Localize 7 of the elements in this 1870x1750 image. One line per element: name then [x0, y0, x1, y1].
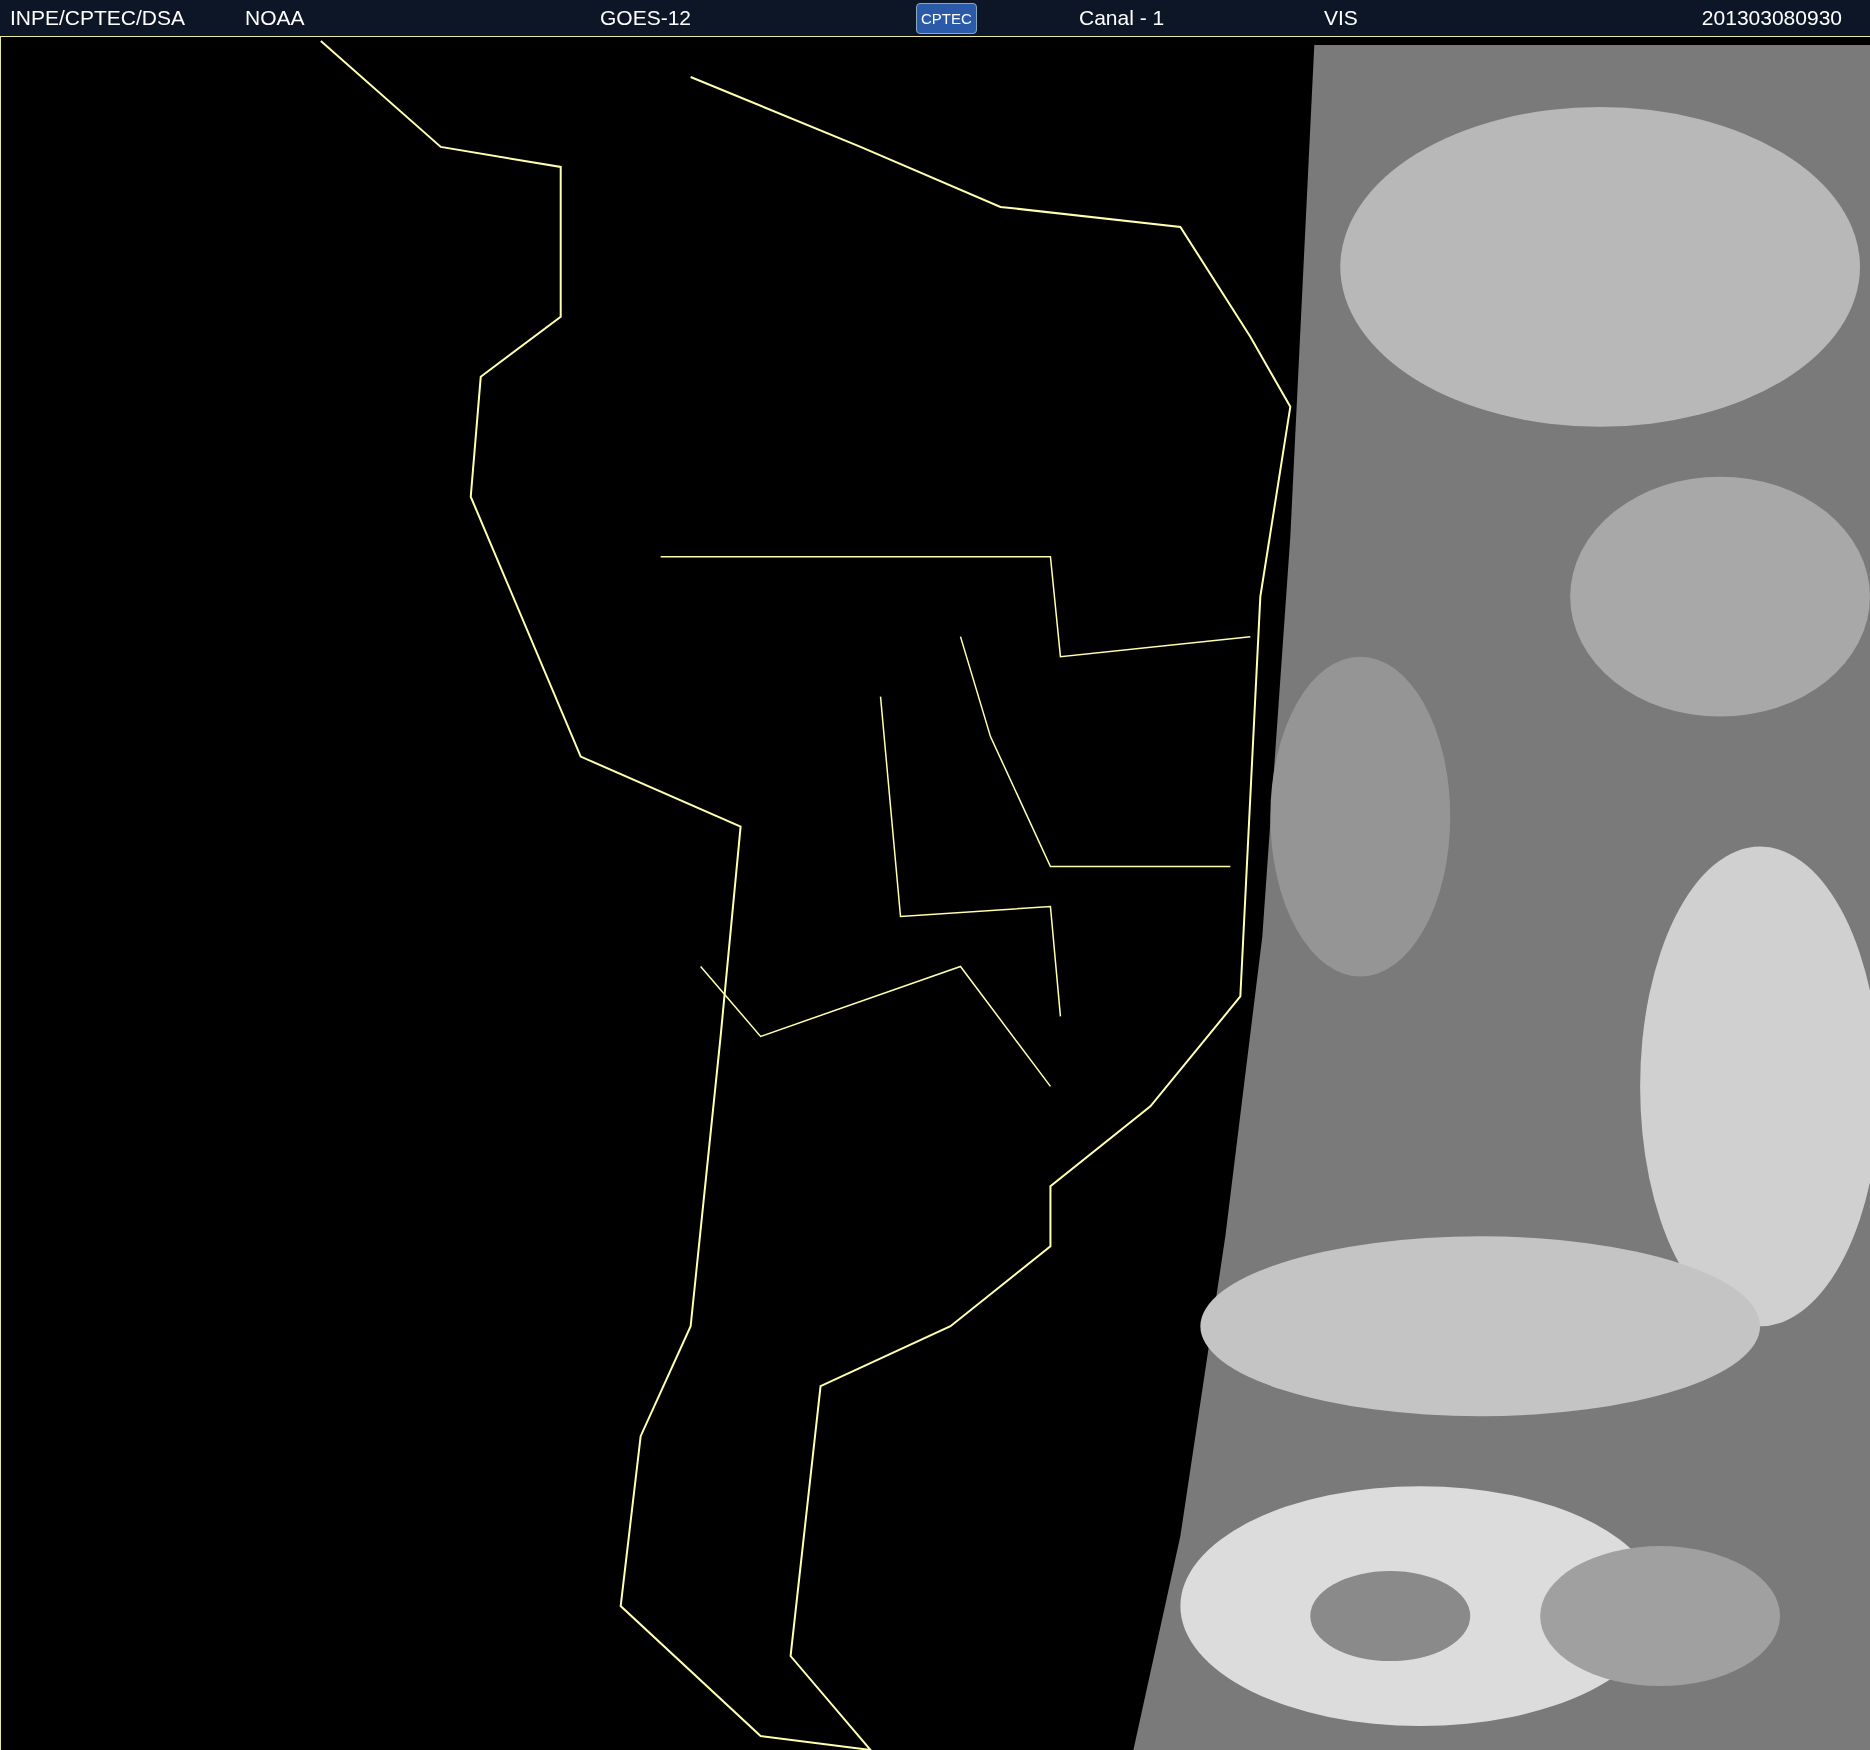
- logo: CPTEC: [916, 2, 977, 34]
- band-label: VIS: [1324, 6, 1358, 30]
- timestamp-label: 201303080930: [1701, 6, 1842, 30]
- satellite-label: GOES-12: [600, 6, 693, 30]
- channel-label: Canal - 1: [1079, 6, 1166, 30]
- source-label: NOAA: [245, 6, 306, 30]
- agency-label: INPE/CPTEC/DSA: [10, 6, 187, 30]
